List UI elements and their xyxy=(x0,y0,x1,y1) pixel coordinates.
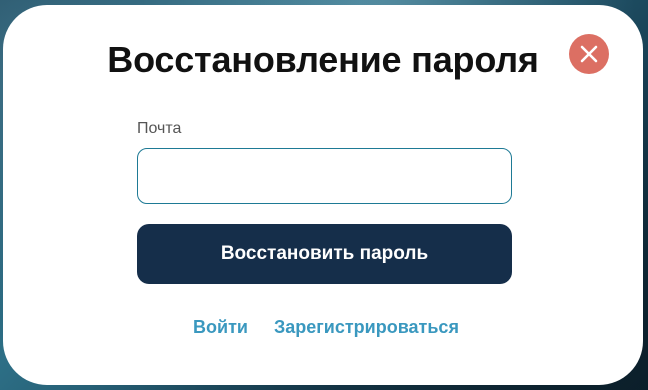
close-button[interactable] xyxy=(569,34,609,74)
email-label: Почта xyxy=(137,120,182,137)
restore-password-button[interactable]: Восстановить пароль xyxy=(137,224,512,284)
email-field[interactable] xyxy=(137,148,512,204)
auth-links: Войти Зарегистрироваться xyxy=(3,317,643,338)
password-recovery-modal: Восстановление пароля Почта Восстановить… xyxy=(3,5,643,385)
close-icon xyxy=(580,45,598,63)
login-link[interactable]: Войти xyxy=(193,317,248,338)
register-link[interactable]: Зарегистрироваться xyxy=(274,317,459,338)
modal-title: Восстановление пароля xyxy=(107,39,539,80)
